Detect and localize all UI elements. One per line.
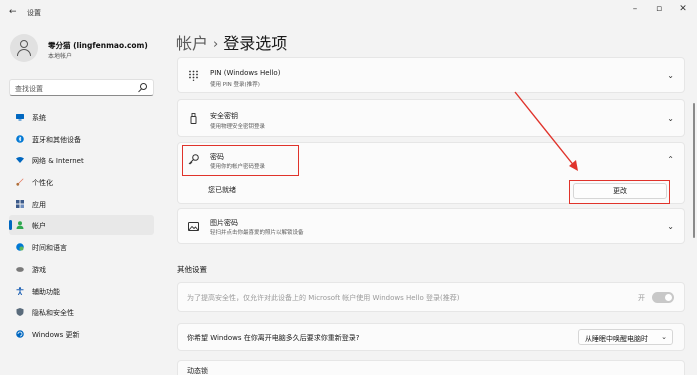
maximize-button[interactable]: ▫ bbox=[652, 4, 666, 14]
sidebar-item-label: 应用 bbox=[32, 201, 46, 209]
sidebar-item-system[interactable]: 系统 bbox=[9, 107, 154, 127]
page-title: 登录选项 bbox=[223, 34, 288, 53]
card-title: 安全密钥 bbox=[210, 112, 238, 120]
sidebar-item-label: 隐私和安全性 bbox=[32, 309, 74, 317]
require-signin-setting-text: 你希望 Windows 在你离开电脑多久后要求你重新登录? bbox=[187, 334, 360, 342]
profile-account-type: 本地帐户 bbox=[48, 53, 73, 60]
require-signin-dropdown[interactable]: 从睡眠中唤醒电脑时 ⌄ bbox=[578, 329, 673, 345]
update-icon bbox=[16, 330, 24, 338]
sidebar-item-network[interactable]: 网络 & Internet bbox=[9, 150, 154, 170]
sidebar-item-label: 网络 & Internet bbox=[32, 157, 84, 165]
sidebar-item-time-language[interactable]: 时间和语言 bbox=[9, 237, 154, 257]
annotation-box-password bbox=[182, 145, 299, 176]
security-key-option-card[interactable]: 安全密钥 使用物理安全密钥登录 ⌄ bbox=[177, 99, 685, 137]
sidebar-item-windows-update[interactable]: Windows 更新 bbox=[9, 324, 154, 344]
chevron-down-icon[interactable]: ⌄ bbox=[667, 114, 674, 123]
breadcrumb: 帐户 › 登录选项 bbox=[176, 30, 287, 54]
password-status-text: 您已就绪 bbox=[208, 186, 236, 194]
wifi-icon bbox=[16, 157, 24, 163]
shield-icon bbox=[16, 308, 24, 316]
user-profile[interactable]: 零分猫 (lingfenmao.com) 本地帐户 bbox=[10, 34, 160, 68]
sidebar-item-bluetooth[interactable]: 蓝牙和其他设备 bbox=[9, 129, 154, 149]
hello-only-toggle[interactable] bbox=[652, 292, 674, 303]
hello-only-setting-row: 为了提高安全性，仅允许对此设备上的 Microsoft 帐户使用 Windows… bbox=[177, 282, 685, 312]
sidebar-item-accessibility[interactable]: 辅助功能 bbox=[9, 281, 154, 301]
require-signin-setting-row: 你希望 Windows 在你离开电脑多久后要求你重新登录? 从睡眠中唤醒电脑时 … bbox=[177, 323, 685, 351]
sidebar-item-accounts[interactable]: 帐户 bbox=[9, 215, 154, 235]
accessibility-icon bbox=[16, 287, 24, 295]
avatar bbox=[10, 34, 38, 62]
brush-icon bbox=[16, 178, 24, 186]
back-arrow-icon[interactable]: ← bbox=[9, 7, 17, 17]
search-placeholder: 查找设置 bbox=[15, 85, 43, 93]
close-button[interactable]: ✕ bbox=[676, 4, 690, 14]
card-subtitle: 轻扫并点击你最喜爱的照片以解锁设备 bbox=[210, 230, 304, 236]
minimize-button[interactable]: – bbox=[628, 4, 642, 14]
card-title: 图片密码 bbox=[210, 219, 238, 227]
dynamic-lock-row[interactable]: 动态锁 bbox=[177, 360, 685, 375]
dynamic-lock-title: 动态锁 bbox=[187, 367, 208, 375]
sidebar-item-label: Windows 更新 bbox=[32, 331, 80, 339]
sidebar-item-label: 辅助功能 bbox=[32, 288, 60, 296]
globe-clock-icon bbox=[16, 243, 24, 251]
sidebar-item-privacy[interactable]: 隐私和安全性 bbox=[9, 302, 154, 322]
pin-option-card[interactable]: PIN (Windows Hello) 使用 PIN 登录(推荐) ⌄ bbox=[177, 57, 685, 93]
sidebar-item-label: 个性化 bbox=[32, 179, 53, 187]
search-icon bbox=[140, 83, 147, 90]
sidebar-item-label: 时间和语言 bbox=[32, 244, 67, 252]
chevron-down-icon: ⌄ bbox=[661, 333, 667, 341]
active-indicator bbox=[9, 220, 12, 230]
card-title: PIN (Windows Hello) bbox=[210, 69, 281, 77]
gamepad-icon bbox=[16, 267, 24, 272]
sidebar-item-personalization[interactable]: 个性化 bbox=[9, 172, 154, 192]
profile-name: 零分猫 (lingfenmao.com) bbox=[48, 41, 148, 50]
apps-icon bbox=[16, 200, 24, 208]
dropdown-selected-value: 从睡眠中唤醒电脑时 bbox=[585, 334, 648, 343]
chevron-down-icon[interactable]: ⌄ bbox=[667, 222, 674, 231]
monitor-icon bbox=[16, 114, 24, 121]
sidebar-item-apps[interactable]: 应用 bbox=[9, 194, 154, 214]
search-input[interactable]: 查找设置 bbox=[9, 79, 154, 96]
bluetooth-icon bbox=[16, 135, 24, 143]
app-title: 设置 bbox=[27, 9, 41, 17]
section-heading-other-settings: 其他设置 bbox=[177, 265, 207, 274]
breadcrumb-parent[interactable]: 帐户 bbox=[176, 34, 208, 53]
chevron-up-icon[interactable]: ⌃ bbox=[667, 155, 674, 164]
hello-only-setting-text: 为了提高安全性，仅允许对此设备上的 Microsoft 帐户使用 Windows… bbox=[187, 294, 460, 302]
picture-icon bbox=[188, 222, 199, 231]
sidebar-item-label: 帐户 bbox=[32, 222, 46, 230]
person-icon bbox=[16, 221, 24, 229]
chevron-down-icon[interactable]: ⌄ bbox=[667, 71, 674, 80]
picture-password-option-card[interactable]: 图片密码 轻扫并点击你最喜爱的照片以解锁设备 ⌄ bbox=[177, 208, 685, 244]
sidebar-item-gaming[interactable]: 游戏 bbox=[9, 259, 154, 279]
sidebar-item-label: 游戏 bbox=[32, 266, 46, 274]
usb-key-icon bbox=[190, 113, 197, 124]
sidebar-item-label: 系统 bbox=[32, 114, 46, 122]
card-subtitle: 使用 PIN 登录(推荐) bbox=[210, 82, 260, 88]
toggle-state-label: 开 bbox=[638, 294, 645, 302]
card-subtitle: 使用物理安全密钥登录 bbox=[210, 124, 266, 130]
annotation-box-change-button bbox=[569, 180, 670, 204]
title-bar: ← 设置 – ▫ ✕ bbox=[0, 0, 697, 26]
keypad-icon bbox=[189, 70, 198, 81]
sidebar-item-label: 蓝牙和其他设备 bbox=[32, 136, 81, 144]
breadcrumb-separator: › bbox=[213, 37, 219, 52]
scrollbar-thumb[interactable] bbox=[693, 103, 695, 238]
